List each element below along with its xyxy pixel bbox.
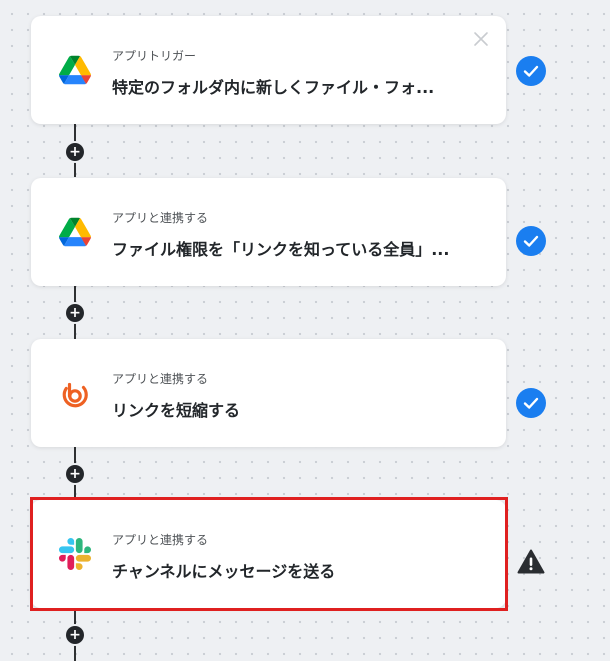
- flow-step-card-action[interactable]: アプリと連携する ファイル権限を「リンクを知っている全員」...: [31, 178, 506, 286]
- add-step-button[interactable]: +: [66, 465, 84, 483]
- step-title: 特定のフォルダ内に新しくファイル・フォ...: [112, 78, 435, 97]
- step-title: チャンネルにメッセージを送る: [112, 562, 336, 581]
- step-type-label: アプリと連携する: [112, 211, 209, 225]
- step-title: リンクを短縮する: [112, 401, 241, 420]
- add-step-button[interactable]: +: [66, 626, 84, 644]
- add-step-button[interactable]: +: [66, 143, 84, 161]
- check-icon: [516, 56, 546, 86]
- bitly-icon: [62, 382, 88, 408]
- warning-icon: [517, 549, 545, 574]
- step-type-label: アプリと連携する: [112, 533, 209, 547]
- flow-step-card-action[interactable]: アプリと連携する リンクを短縮する: [31, 339, 506, 447]
- step-type-label: アプリと連携する: [112, 372, 209, 386]
- check-icon: [516, 226, 546, 256]
- flow-step-card-action[interactable]: アプリと連携する チャンネルにメッセージを送る: [31, 500, 506, 608]
- slack-icon: [59, 538, 91, 570]
- flow-step-card-trigger[interactable]: アプリトリガー 特定のフォルダ内に新しくファイル・フォ...: [31, 16, 506, 124]
- check-icon: [516, 388, 546, 418]
- close-icon[interactable]: [472, 30, 490, 48]
- step-type-label: アプリトリガー: [112, 49, 197, 63]
- google-drive-icon: [59, 217, 91, 247]
- step-title: ファイル権限を「リンクを知っている全員」...: [112, 240, 450, 259]
- add-step-button[interactable]: +: [66, 304, 84, 322]
- google-drive-icon: [59, 55, 91, 85]
